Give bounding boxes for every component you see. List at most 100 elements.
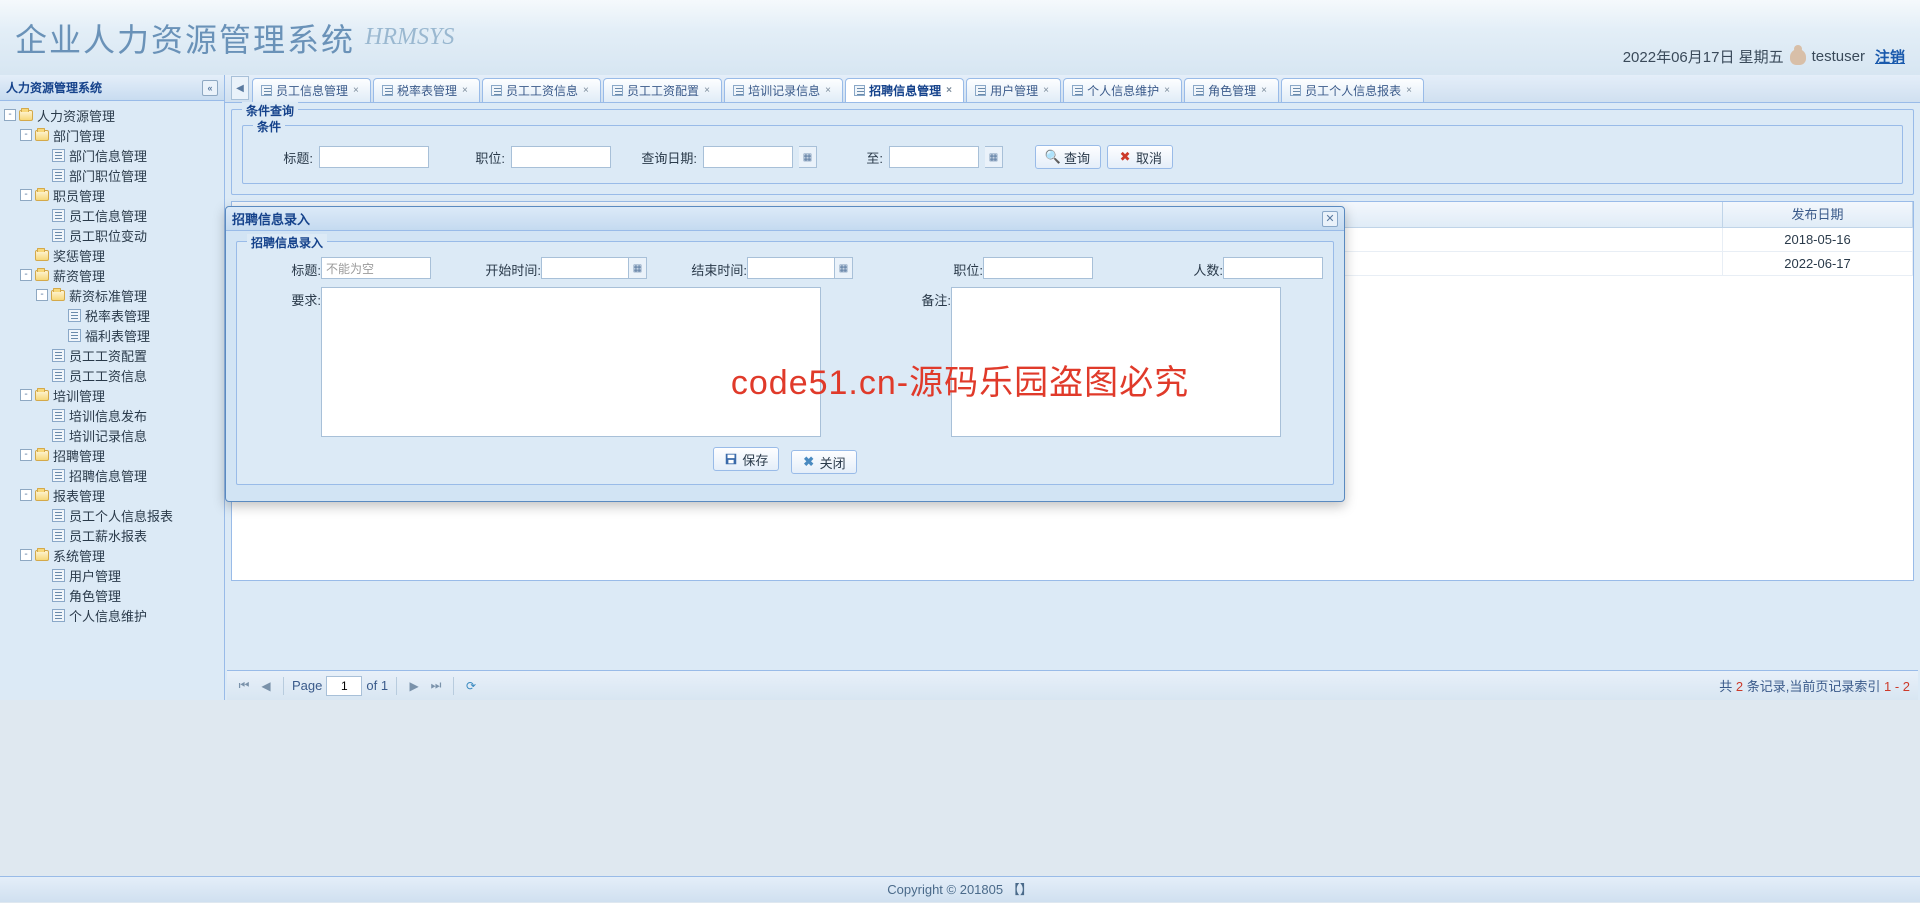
search-inner-fieldset: 条件 标题: 职位: 查询日期: ▦ 至: ▦ 🔍查询 ✖	[242, 125, 1903, 184]
tree-node[interactable]: 角色管理	[0, 585, 224, 605]
tree-node-label: 福利表管理	[85, 326, 150, 345]
page-last-button[interactable]: ⏭	[427, 677, 445, 695]
dialog-cancel-button[interactable]: ✖ 关闭	[791, 450, 857, 474]
tab-close-button[interactable]: ×	[704, 85, 715, 96]
tree-node[interactable]: 部门信息管理	[0, 145, 224, 165]
folder-icon	[34, 448, 50, 462]
dialog-fieldset: 招聘信息录入 标题: 开始时间: ▦ 结束时间: ▦ 职位: 人数: 要求:	[236, 241, 1334, 485]
tab[interactable]: 角色管理×	[1184, 78, 1279, 102]
tab[interactable]: 用户管理×	[966, 78, 1061, 102]
tree-node[interactable]: 税率表管理	[0, 305, 224, 325]
tree-toggle-icon[interactable]: -	[20, 449, 32, 461]
tree-node[interactable]: 培训信息发布	[0, 405, 224, 425]
field-remark-textarea[interactable]	[951, 287, 1281, 437]
tree-node[interactable]: -报表管理	[0, 485, 224, 505]
tree-node[interactable]: -部门管理	[0, 125, 224, 145]
page-number-input[interactable]	[326, 676, 362, 696]
logout-link[interactable]: 注销	[1875, 46, 1905, 67]
calendar-icon[interactable]: ▦	[799, 146, 817, 168]
document-icon	[50, 528, 66, 542]
search-fieldset-title: 条件查询	[242, 102, 298, 119]
tree-node[interactable]: 个人信息维护	[0, 605, 224, 625]
page-prev-button[interactable]: ◀	[257, 677, 275, 695]
calendar-icon[interactable]: ▦	[629, 257, 647, 279]
field-start-input[interactable]	[541, 257, 629, 279]
tree-toggle-icon[interactable]: -	[36, 289, 48, 301]
tab[interactable]: 培训记录信息×	[724, 78, 843, 102]
tab-close-button[interactable]: ×	[946, 85, 957, 96]
tree-node[interactable]: 员工工资信息	[0, 365, 224, 385]
tree-node[interactable]: -系统管理	[0, 545, 224, 565]
field-end-input[interactable]	[747, 257, 835, 279]
tab-close-button[interactable]: ×	[462, 85, 473, 96]
tab[interactable]: 个人信息维护×	[1063, 78, 1182, 102]
tree-node[interactable]: -培训管理	[0, 385, 224, 405]
calendar-icon[interactable]: ▦	[985, 146, 1003, 168]
tree-node[interactable]: 部门职位管理	[0, 165, 224, 185]
field-count-input[interactable]	[1223, 257, 1323, 279]
field-title-input[interactable]	[321, 257, 431, 279]
tree-node[interactable]: 福利表管理	[0, 325, 224, 345]
tree-toggle-icon[interactable]: -	[4, 109, 16, 121]
tree-toggle-icon[interactable]: -	[20, 129, 32, 141]
tab-close-button[interactable]: ×	[353, 85, 364, 96]
tree-node-label: 员工信息管理	[69, 206, 147, 225]
tree-node[interactable]: 员工个人信息报表	[0, 505, 224, 525]
tab[interactable]: 员工个人信息报表×	[1281, 78, 1424, 102]
tab-close-button[interactable]: ×	[1406, 85, 1417, 96]
tab-scroll-left[interactable]: ◀	[231, 76, 249, 100]
tree-node-label: 招聘信息管理	[69, 466, 147, 485]
tree-node[interactable]: -职员管理	[0, 185, 224, 205]
search-query-button[interactable]: 🔍查询	[1035, 145, 1101, 169]
tree-toggle-icon[interactable]: -	[20, 489, 32, 501]
tree-node[interactable]: 用户管理	[0, 565, 224, 585]
tree-node[interactable]: -薪资管理	[0, 265, 224, 285]
paging-summary: 共 2 条记录,当前页记录索引 1 - 2	[1719, 676, 1910, 695]
field-req-textarea[interactable]	[321, 287, 821, 437]
tree-node[interactable]: 奖惩管理	[0, 245, 224, 265]
tree-node[interactable]: 员工工资配置	[0, 345, 224, 365]
tab-close-button[interactable]: ×	[583, 85, 594, 96]
tab-close-button[interactable]: ×	[1164, 85, 1175, 96]
tree-node[interactable]: -招聘管理	[0, 445, 224, 465]
tab[interactable]: 员工信息管理×	[252, 78, 371, 102]
tree-node[interactable]: -人力资源管理	[0, 105, 224, 125]
tree-node[interactable]: - 薪资标准管理	[0, 285, 224, 305]
dialog-save-button[interactable]: 保存	[713, 447, 779, 471]
tab[interactable]: 招聘信息管理×	[845, 78, 964, 102]
tree-node[interactable]: 员工信息管理	[0, 205, 224, 225]
tree-node[interactable]: 员工职位变动	[0, 225, 224, 245]
tab[interactable]: 员工工资信息×	[482, 78, 601, 102]
calendar-icon[interactable]: ▦	[835, 257, 853, 279]
dialog-header[interactable]: 招聘信息录入 ✕	[226, 207, 1344, 231]
tree-node[interactable]: 员工薪水报表	[0, 525, 224, 545]
field-pos-input[interactable]	[983, 257, 1093, 279]
tree-toggle-icon[interactable]: -	[20, 549, 32, 561]
page-refresh-button[interactable]: ⟳	[462, 677, 480, 695]
tree-node[interactable]: 培训记录信息	[0, 425, 224, 445]
search-date-from-input[interactable]	[703, 146, 793, 168]
page-next-button[interactable]: ▶	[405, 677, 423, 695]
tab-close-button[interactable]: ×	[825, 85, 836, 96]
folder-icon	[34, 248, 50, 262]
tree-node[interactable]: 招聘信息管理	[0, 465, 224, 485]
tree-toggle-icon[interactable]: -	[20, 389, 32, 401]
search-date-to-input[interactable]	[889, 146, 979, 168]
search-title-input[interactable]	[319, 146, 429, 168]
tab[interactable]: 员工工资配置×	[603, 78, 722, 102]
folder-icon	[34, 548, 50, 562]
tab[interactable]: 税率表管理×	[373, 78, 480, 102]
tab-close-button[interactable]: ×	[1261, 85, 1272, 96]
tree-toggle-icon[interactable]: -	[20, 269, 32, 281]
tree-node-label: 薪资标准管理	[69, 286, 147, 305]
app-header: 企业人力资源管理系统 HRMSYS 2022年06月17日 星期五 testus…	[0, 0, 1920, 75]
tab-close-button[interactable]: ×	[1043, 85, 1054, 96]
dialog-close-button[interactable]: ✕	[1322, 211, 1338, 227]
search-cancel-button[interactable]: ✖取消	[1107, 145, 1173, 169]
grid-col-date[interactable]: 发布日期	[1723, 202, 1913, 227]
cell-date: 2022-06-17	[1723, 252, 1913, 275]
page-first-button[interactable]: ⏮	[235, 677, 253, 695]
tree-toggle-icon[interactable]: -	[20, 189, 32, 201]
sidebar-collapse-button[interactable]: «	[202, 80, 218, 96]
search-pos-input[interactable]	[511, 146, 611, 168]
